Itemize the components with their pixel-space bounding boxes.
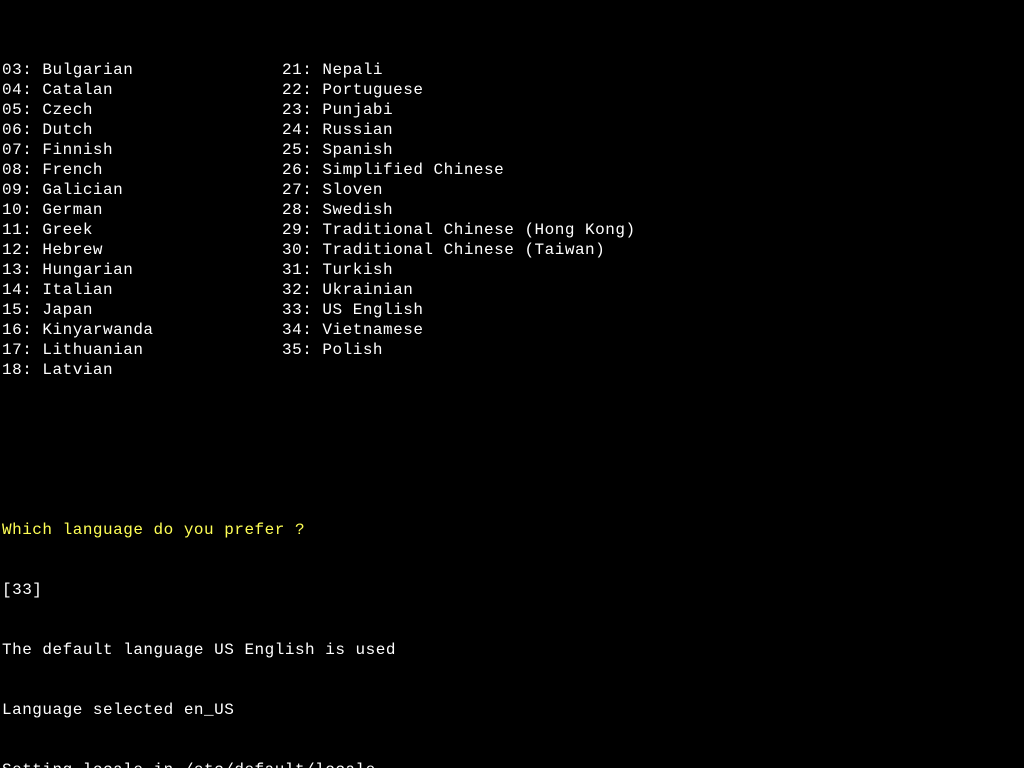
- language-list: 03: Bulgarian04: Catalan05: Czech06: Dut…: [2, 60, 1024, 380]
- language-option: 30: Traditional Chinese (Taiwan): [282, 240, 742, 260]
- input-language-value: [33]: [2, 580, 1024, 600]
- language-option: 03: Bulgarian: [2, 60, 282, 80]
- language-option: 13: Hungarian: [2, 260, 282, 280]
- language-option: 34: Vietnamese: [282, 320, 742, 340]
- language-option: 26: Simplified Chinese: [282, 160, 742, 180]
- msg-default-language: The default language US English is used: [2, 640, 1024, 660]
- language-option: 14: Italian: [2, 280, 282, 300]
- language-option: 07: Finnish: [2, 140, 282, 160]
- language-option: 12: Hebrew: [2, 240, 282, 260]
- language-option: 35: Polish: [282, 340, 742, 360]
- language-option: 18: Latvian: [2, 360, 282, 380]
- msg-language-selected: Language selected en_US: [2, 700, 1024, 720]
- language-option: 25: Spanish: [282, 140, 742, 160]
- terminal-screen[interactable]: 03: Bulgarian04: Catalan05: Czech06: Dut…: [0, 0, 1024, 768]
- language-option: 23: Punjabi: [282, 100, 742, 120]
- msg-setting-locale: Setting locale in /etc/default/locale...: [2, 760, 1024, 768]
- language-option: 04: Catalan: [2, 80, 282, 100]
- language-option: 17: Lithuanian: [2, 340, 282, 360]
- language-option: 29: Traditional Chinese (Hong Kong): [282, 220, 742, 240]
- language-option: 33: US English: [282, 300, 742, 320]
- language-option: 32: Ukrainian: [282, 280, 742, 300]
- language-option: 09: Galician: [2, 180, 282, 200]
- language-option: 08: French: [2, 160, 282, 180]
- prompt-language: Which language do you prefer ?: [2, 520, 1024, 540]
- blank-line: [2, 440, 1024, 460]
- language-option: 21: Nepali: [282, 60, 742, 80]
- language-option: 31: Turkish: [282, 260, 742, 280]
- language-option: 11: Greek: [2, 220, 282, 240]
- language-option: 24: Russian: [282, 120, 742, 140]
- language-option: 15: Japan: [2, 300, 282, 320]
- language-option: 28: Swedish: [282, 200, 742, 220]
- language-option: 16: Kinyarwanda: [2, 320, 282, 340]
- language-option: 06: Dutch: [2, 120, 282, 140]
- language-option: 05: Czech: [2, 100, 282, 120]
- language-option: 22: Portuguese: [282, 80, 742, 100]
- language-option: 27: Sloven: [282, 180, 742, 200]
- language-option: 10: German: [2, 200, 282, 220]
